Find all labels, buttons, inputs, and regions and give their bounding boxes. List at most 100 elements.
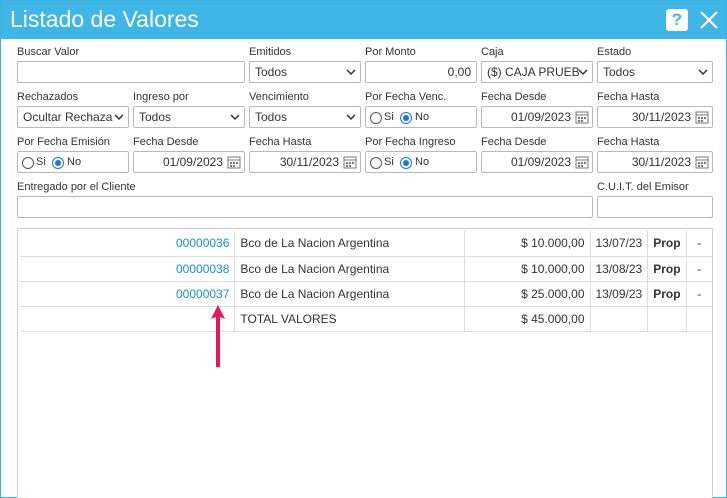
valores-grid: 00000036 Bco de La Nacion Argentina $ 10… (17, 228, 713, 498)
total-label: TOTAL VALORES (234, 306, 465, 332)
vencimiento-value: Todos (255, 110, 288, 124)
caja-value: ($) CAJA PRUEB (487, 65, 580, 79)
cuit-emisor-input[interactable] (597, 196, 713, 218)
vencimiento-select[interactable]: Todos (249, 106, 361, 128)
rechazados-select[interactable]: Ocultar Rechaza (17, 106, 129, 128)
por-fecha-venc-no-label: No (415, 111, 430, 123)
caja-label: Caja (481, 46, 504, 58)
total-importe: $ 45.000,00 (464, 306, 591, 332)
chevron-down-icon (114, 114, 124, 121)
calendar-icon[interactable] (695, 110, 709, 124)
fecha-hasta-2-input[interactable]: 30/11/2023 (249, 151, 361, 173)
por-fecha-venc-label: Por Fecha Venc. (365, 91, 447, 103)
emitidos-label: Emitidos (249, 46, 292, 58)
tipo-cell: Prop (647, 256, 687, 282)
chevron-down-icon (346, 69, 356, 76)
help-icon[interactable]: ? (666, 9, 688, 31)
por-fecha-venc-radio-group: Si No (365, 106, 477, 128)
fecha-desde-3-label: Fecha Desde (481, 136, 547, 148)
calendar-icon[interactable] (695, 155, 709, 169)
calendar-icon[interactable] (575, 155, 589, 169)
fecha-desde-1-input[interactable]: 01/09/2023 (481, 106, 593, 128)
por-fecha-emision-radio-group: Si No (17, 151, 129, 173)
banco-cell: Bco de La Nacion Argentina (234, 231, 465, 257)
vencimiento-label: Vencimiento (249, 91, 309, 103)
chevron-down-icon (346, 114, 356, 121)
por-fecha-ingreso-si-radio[interactable] (370, 157, 382, 169)
entregado-por-label: Entregado por el Cliente (17, 181, 136, 193)
por-fecha-emision-no-radio[interactable] (52, 157, 64, 169)
fecha-desde-1-label: Fecha Desde (481, 91, 547, 103)
fecha-hasta-1-value: 30/11/2023 (631, 110, 691, 124)
fecha-cell: 13/07/23 (590, 231, 649, 257)
importe-cell: $ 10.000,00 (464, 231, 591, 257)
table-row[interactable]: 00000038 Bco de La Nacion Argentina $ 10… (20, 256, 712, 282)
buscar-valor-label: Buscar Valor (17, 46, 80, 58)
banco-cell: Bco de La Nacion Argentina (234, 256, 465, 282)
fecha-hasta-3-value: 30/11/2023 (631, 155, 691, 169)
entregado-por-input[interactable] (17, 196, 593, 218)
tipo-cell: Prop (647, 281, 687, 307)
estado-label: Estado (597, 46, 632, 58)
buscar-valor-input[interactable] (17, 61, 245, 83)
ingreso-por-value: Todos (139, 110, 172, 124)
por-fecha-emision-si-radio[interactable] (22, 157, 34, 169)
por-fecha-venc-si-radio[interactable] (370, 112, 382, 124)
empty-cell (686, 306, 712, 332)
calendar-icon[interactable] (575, 110, 589, 124)
fecha-desde-2-input[interactable]: 01/09/2023 (133, 151, 245, 173)
estado-select[interactable]: Todos (597, 61, 713, 83)
cuit-emisor-label: C.U.I.T. del Emisor (597, 181, 689, 193)
por-fecha-ingreso-si-label: Si (384, 156, 394, 168)
por-fecha-ingreso-label: Por Fecha Ingreso (365, 136, 456, 148)
extra-cell: - (686, 256, 712, 282)
por-monto-label: Por Monto (365, 46, 416, 58)
ingreso-por-select[interactable]: Todos (133, 106, 245, 128)
fecha-hasta-3-input[interactable]: 30/11/2023 (597, 151, 713, 173)
extra-cell: - (686, 281, 712, 307)
pointer-arrow-icon (211, 305, 225, 367)
valores-table: 00000036 Bco de La Nacion Argentina $ 10… (20, 231, 712, 332)
por-fecha-venc-no-radio[interactable] (400, 112, 412, 124)
tipo-cell: Prop (647, 231, 687, 257)
numero-cell[interactable]: 00000037 (20, 281, 236, 307)
ingreso-por-label: Ingreso por (133, 91, 189, 103)
por-fecha-ingreso-radio-group: Si No (365, 151, 477, 173)
numero-cell[interactable]: 00000036 (20, 231, 236, 257)
por-monto-input[interactable]: 0,00 (365, 61, 477, 83)
calendar-icon[interactable] (343, 155, 357, 169)
window-title: Listado de Valores (10, 6, 199, 32)
close-icon[interactable] (698, 9, 720, 31)
fecha-cell: 13/08/23 (590, 256, 649, 282)
chevron-down-icon (578, 69, 588, 76)
table-row[interactable]: 00000036 Bco de La Nacion Argentina $ 10… (20, 231, 712, 257)
rechazados-value: Ocultar Rechaza (23, 110, 113, 124)
empty-cell (590, 306, 649, 332)
fecha-desde-3-input[interactable]: 01/09/2023 (481, 151, 593, 173)
estado-value: Todos (603, 65, 636, 79)
por-fecha-ingreso-no-radio[interactable] (400, 157, 412, 169)
importe-cell: $ 25.000,00 (464, 281, 591, 307)
empty-cell (647, 306, 687, 332)
por-fecha-ingreso-no-label: No (415, 156, 430, 168)
fecha-desde-2-value: 01/09/2023 (162, 155, 223, 169)
table-row[interactable]: 00000037 Bco de La Nacion Argentina $ 25… (20, 281, 712, 307)
importe-cell: $ 10.000,00 (464, 256, 591, 282)
listado-valores-dialog: Listado de Valores ? Buscar Valor Emitid… (0, 0, 727, 498)
numero-cell[interactable]: 00000038 (20, 256, 236, 282)
chevron-down-icon (230, 114, 240, 121)
por-fecha-venc-si-label: Si (384, 111, 394, 123)
caja-select[interactable]: ($) CAJA PRUEB (481, 61, 593, 83)
calendar-icon[interactable] (227, 155, 241, 169)
emitidos-select[interactable]: Todos (249, 61, 361, 83)
por-fecha-emision-no-label: No (67, 156, 82, 168)
por-fecha-emision-label: Por Fecha Emisión (17, 136, 110, 148)
total-empty-cell (20, 306, 236, 332)
banco-cell: Bco de La Nacion Argentina (234, 281, 465, 307)
fecha-hasta-1-input[interactable]: 30/11/2023 (597, 106, 713, 128)
rechazados-label: Rechazados (17, 91, 79, 103)
extra-cell: - (686, 231, 712, 257)
fecha-hasta-1-label: Fecha Hasta (597, 91, 660, 103)
fecha-desde-3-value: 01/09/2023 (510, 155, 571, 169)
fecha-hasta-3-label: Fecha Hasta (597, 136, 660, 148)
